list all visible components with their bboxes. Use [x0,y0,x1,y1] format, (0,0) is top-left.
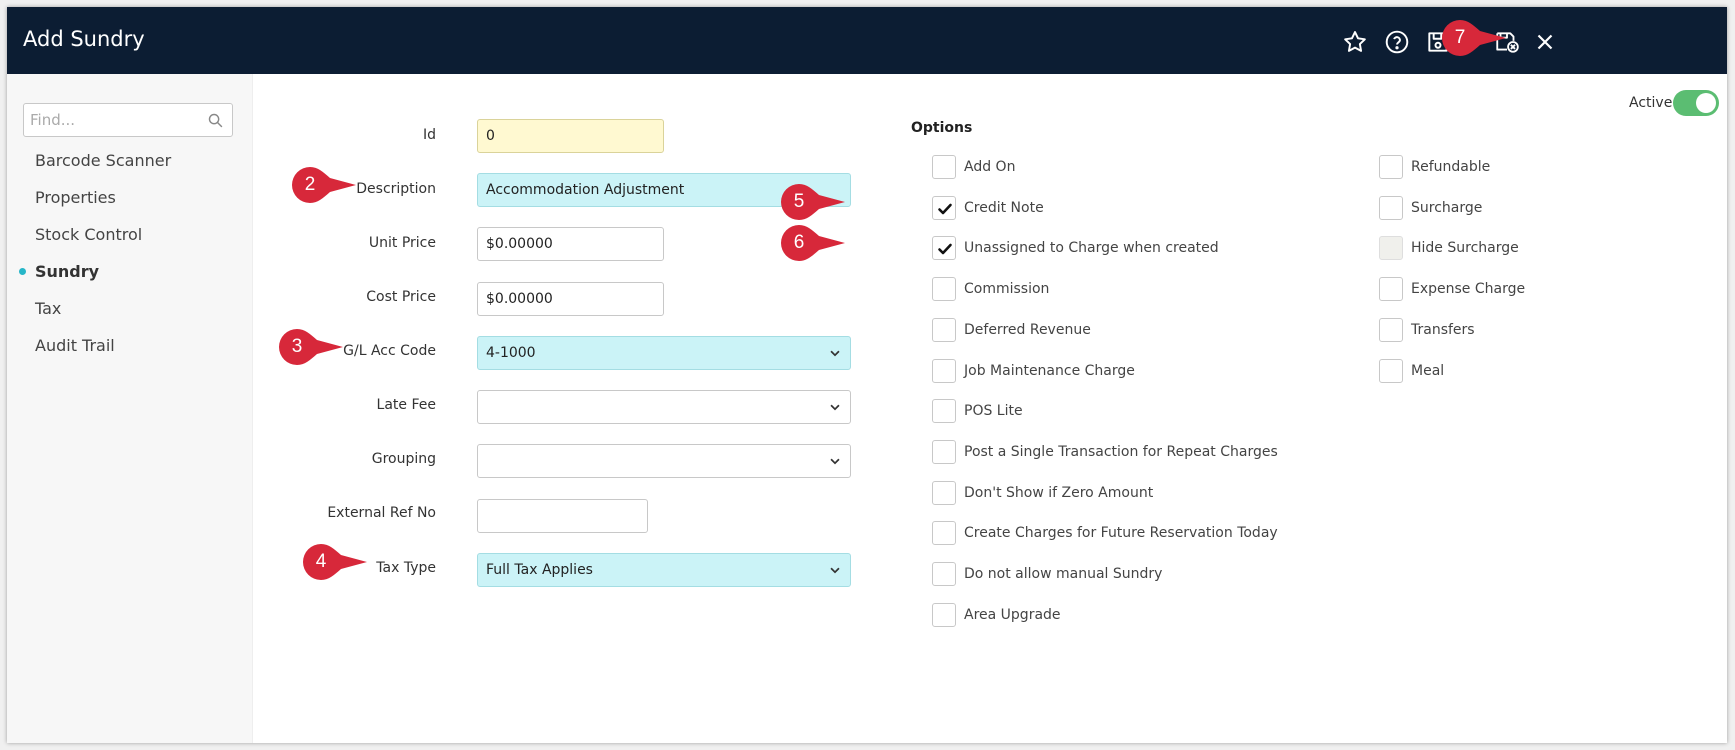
unit-price-field[interactable]: $0.00000 [477,227,664,261]
toggle-knob [1696,93,1716,113]
meal-label: Meal [1411,363,1445,379]
commission-checkbox[interactable] [932,277,956,301]
chevron-down-icon [830,567,840,574]
unassigned-to-charge-when-created-label: Unassigned to Charge when created [964,240,1219,256]
post-a-single-transaction-for-repeat-charges-checkbox[interactable] [932,440,956,464]
sidebar-item-stock-control[interactable]: Stock Control [35,225,142,244]
tax-type-select[interactable]: Full Tax Applies [477,553,851,587]
add-on-label: Add On [964,159,1016,175]
pos-lite-checkbox[interactable] [932,399,956,423]
credit-note-label: Credit Note [964,200,1044,216]
don-t-show-if-zero-amount-label: Don't Show if Zero Amount [964,485,1154,501]
callout-badge-5: 5 [779,183,849,221]
sidebar-item-tax[interactable]: Tax [35,299,61,318]
chevron-down-icon [830,350,840,357]
hide-surcharge-label: Hide Surcharge [1411,240,1519,256]
callout-badge-7: 7 [1440,19,1510,57]
surcharge-label: Surcharge [1411,200,1483,216]
id-field[interactable]: 0 [477,119,664,153]
close-icon[interactable] [1532,29,1558,55]
description-value: Accommodation Adjustment [486,182,685,198]
callout-badge-6: 6 [779,224,849,262]
add-on-checkbox[interactable] [932,155,956,179]
area-upgrade-checkbox[interactable] [932,603,956,627]
cost-price-value: $0.00000 [486,291,553,307]
post-a-single-transaction-for-repeat-charges-label: Post a Single Transaction for Repeat Cha… [964,444,1278,460]
grouping-select[interactable] [477,444,851,478]
sidebar-item-barcode-scanner[interactable]: Barcode Scanner [35,151,171,170]
active-indicator-dot [19,268,26,275]
transfers-checkbox[interactable] [1379,318,1403,342]
pos-lite-label: POS Lite [964,403,1023,419]
id-label: Id [422,127,436,143]
sidebar-search-input[interactable] [24,104,194,136]
meal-checkbox[interactable] [1379,359,1403,383]
external-ref-field[interactable] [477,499,648,533]
refundable-label: Refundable [1411,159,1491,175]
unit-price-label: Unit Price [368,235,436,251]
job-maintenance-charge-label: Job Maintenance Charge [964,363,1135,379]
grouping-label: Grouping [371,451,436,467]
sidebar-item-properties[interactable]: Properties [35,188,116,207]
late-fee-select[interactable] [477,390,851,424]
transfers-label: Transfers [1411,322,1475,338]
don-t-show-if-zero-amount-checkbox[interactable] [932,481,956,505]
checkmark-icon [938,203,952,215]
callout-badge-2: 2 [290,166,360,204]
chevron-down-icon [830,458,840,465]
deferred-revenue-label: Deferred Revenue [964,322,1091,338]
surcharge-checkbox[interactable] [1379,196,1403,220]
callout-badge-3: 3 [277,328,347,366]
expense-charge-checkbox[interactable] [1379,277,1403,301]
gl-acc-code-value: 4-1000 [486,345,536,361]
job-maintenance-charge-checkbox[interactable] [932,359,956,383]
tax-type-value: Full Tax Applies [486,562,593,578]
hide-surcharge-checkbox [1379,236,1403,260]
chevron-down-icon [830,404,840,411]
checkmark-icon [938,243,952,255]
unit-price-value: $0.00000 [486,236,553,252]
window-title: Add Sundry [23,27,145,51]
credit-note-checkbox[interactable] [932,196,956,220]
do-not-allow-manual-sundry-checkbox[interactable] [932,562,956,586]
callout-badge-4: 4 [301,543,371,581]
refundable-checkbox[interactable] [1379,155,1403,179]
sidebar-search[interactable] [23,103,233,137]
create-charges-for-future-reservation-today-checkbox[interactable] [932,521,956,545]
main-panel: Id Description Unit Price Cost Price G/L… [253,74,1727,743]
create-charges-for-future-reservation-today-label: Create Charges for Future Reservation To… [964,525,1278,541]
sidebar: Barcode Scanner Properties Stock Control… [7,74,253,743]
active-toggle[interactable] [1673,90,1719,116]
gl-acc-code-select[interactable]: 4-1000 [477,336,851,370]
cost-price-field[interactable]: $0.00000 [477,282,664,316]
deferred-revenue-checkbox[interactable] [932,318,956,342]
cost-price-label: Cost Price [366,289,436,305]
do-not-allow-manual-sundry-label: Do not allow manual Sundry [964,566,1163,582]
sidebar-item-audit-trail[interactable]: Audit Trail [35,336,115,355]
search-icon [208,113,223,128]
star-icon[interactable] [1342,29,1368,55]
external-ref-label: External Ref No [327,505,436,521]
expense-charge-label: Expense Charge [1411,281,1526,297]
commission-label: Commission [964,281,1050,297]
options-heading: Options [911,120,973,136]
active-label: Active [1629,95,1673,111]
id-value: 0 [486,128,495,144]
unassigned-to-charge-when-created-checkbox[interactable] [932,236,956,260]
late-fee-label: Late Fee [376,397,436,413]
add-sundry-window: Add Sundry Barcode Scanner Properties St… [7,7,1727,743]
sidebar-item-sundry[interactable]: Sundry [35,262,99,281]
help-icon[interactable] [1384,29,1410,55]
area-upgrade-label: Area Upgrade [964,607,1061,623]
